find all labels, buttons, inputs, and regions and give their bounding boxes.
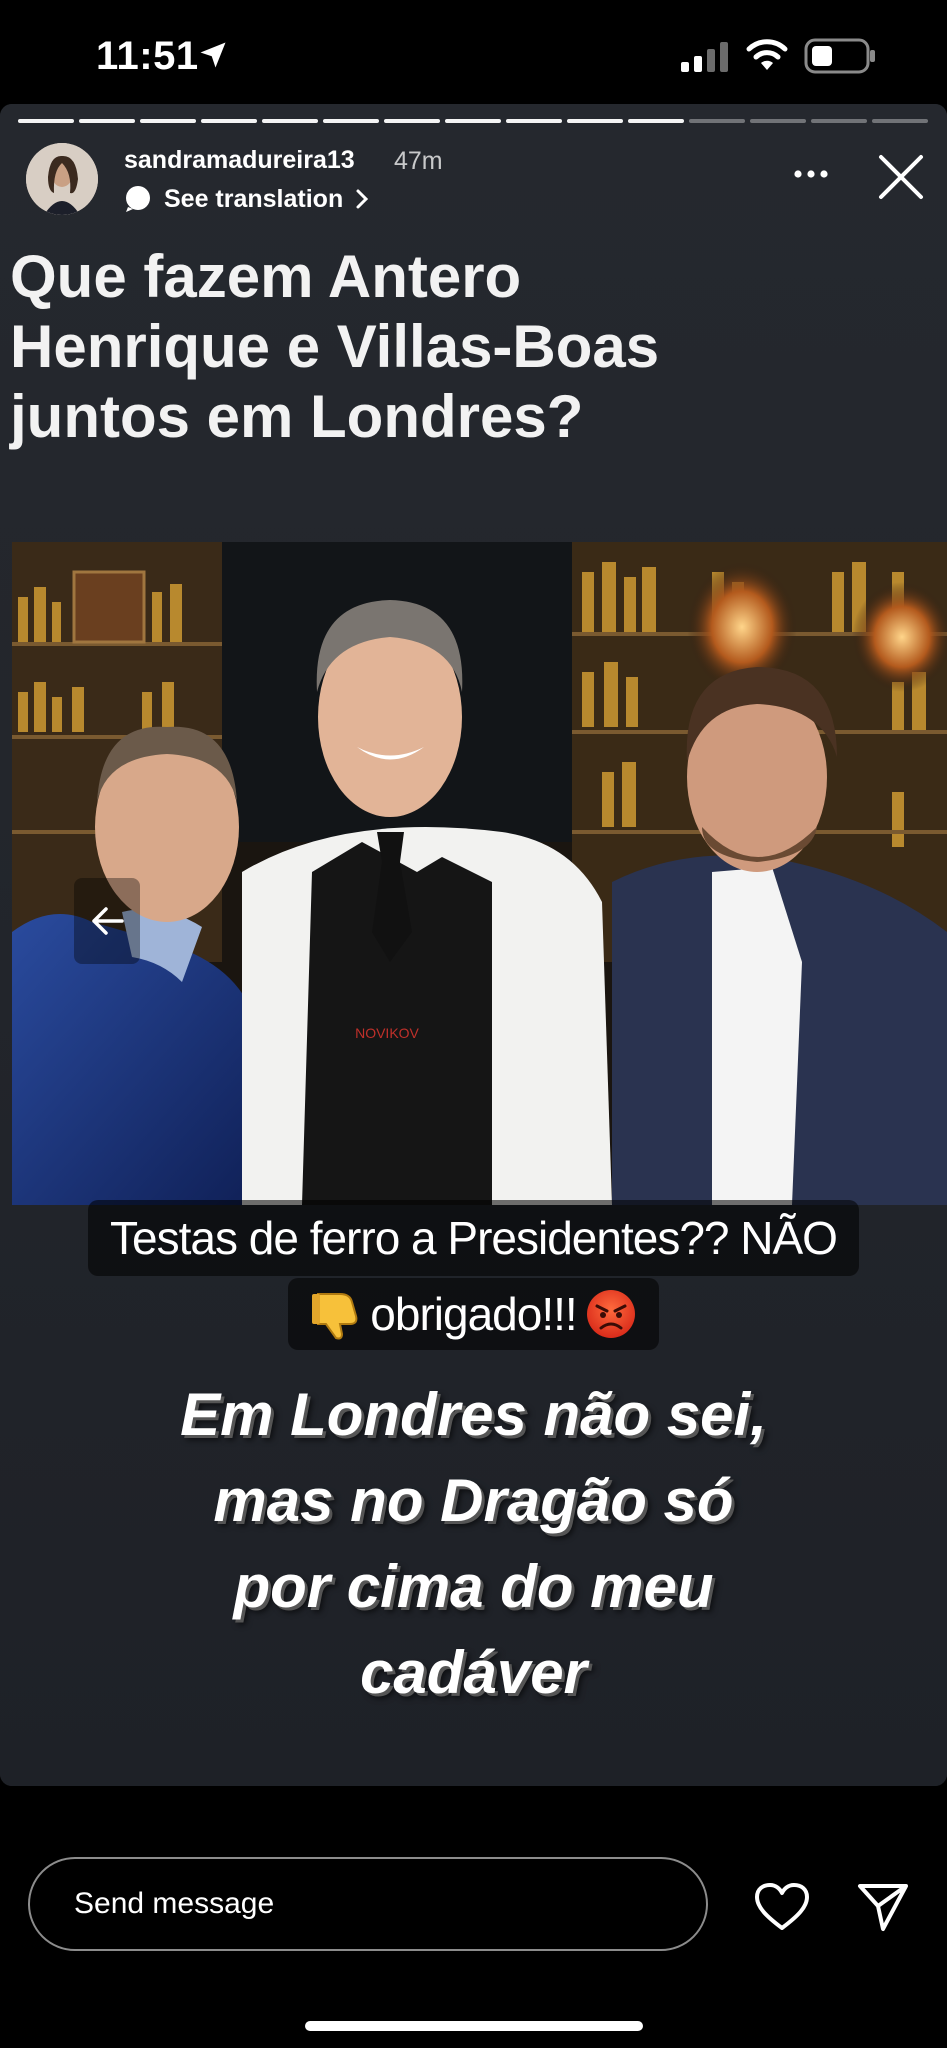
wifi-icon <box>746 39 788 70</box>
heart-icon[interactable] <box>754 1882 810 1932</box>
send-icon[interactable] <box>857 1882 909 1932</box>
story-photo: NOVIKOV <box>12 542 947 1205</box>
send-message-input[interactable] <box>28 1857 708 1951</box>
progress-segment <box>201 119 257 123</box>
statement-line: mas no Dragão só <box>213 1467 734 1534</box>
progress-segment <box>323 119 379 123</box>
headline-line: Henrique e Villas-Boas <box>10 313 660 380</box>
statement-line: por cima do meu <box>233 1553 714 1620</box>
progress-segment <box>872 119 928 123</box>
progress-segment <box>79 119 135 123</box>
story-viewer[interactable]: sandramadureira13 47m See translation Qu… <box>0 104 947 1786</box>
story-progress-bar <box>18 119 928 123</box>
previous-story-button[interactable] <box>74 878 140 964</box>
progress-segment <box>506 119 562 123</box>
story-statement: Em Londres não sei, mas no Dragão só por… <box>0 1372 947 1716</box>
reply-bar <box>0 1786 947 2048</box>
cellular-signal-icon <box>681 42 728 72</box>
progress-segment <box>140 119 196 123</box>
user-avatar[interactable] <box>26 143 98 215</box>
progress-segment <box>811 119 867 123</box>
see-translation-label: See translation <box>164 184 344 213</box>
progress-segment <box>262 119 318 123</box>
story-time-ago: 47m <box>394 147 443 175</box>
location-arrow-icon <box>200 42 226 68</box>
chevron-right-icon <box>356 189 369 209</box>
angry-face-icon <box>586 1290 635 1338</box>
headline-line: juntos em Londres? <box>10 383 584 450</box>
apron-logo-text: NOVIKOV <box>355 1025 419 1041</box>
close-icon[interactable] <box>878 154 924 200</box>
progress-segment <box>445 119 501 123</box>
progress-segment <box>628 119 684 123</box>
statement-line: cadáver <box>360 1639 587 1706</box>
progress-segment <box>750 119 806 123</box>
battery-icon <box>804 38 875 74</box>
caption-text: Testas de ferro a Presidentes?? NÃO <box>88 1200 859 1276</box>
thumbs-down-icon <box>312 1293 358 1340</box>
arrow-left-icon <box>92 907 124 935</box>
progress-segment <box>384 119 440 123</box>
see-translation-button[interactable]: See translation <box>124 182 369 216</box>
story-headline: Que fazem Antero Henrique e Villas-Boas … <box>10 242 930 452</box>
headline-line: Que fazem Antero <box>10 243 522 310</box>
caption-line-1: Testas de ferro a Presidentes?? NÃO <box>0 1200 947 1276</box>
home-indicator <box>305 2021 643 2031</box>
statement-line: Em Londres não sei, <box>180 1381 767 1448</box>
translation-bubble-icon <box>126 186 150 212</box>
progress-segment <box>689 119 745 123</box>
more-options-icon[interactable] <box>793 168 829 180</box>
progress-segment <box>18 119 74 123</box>
caption-text: obrigado!!! <box>370 1288 577 1340</box>
username[interactable]: sandramadureira13 <box>124 146 355 175</box>
status-time: 11:51 <box>96 34 199 78</box>
caption-line-2: obrigado!!! <box>0 1278 947 1350</box>
progress-segment <box>567 119 623 123</box>
status-bar: 11:51 <box>0 0 947 104</box>
